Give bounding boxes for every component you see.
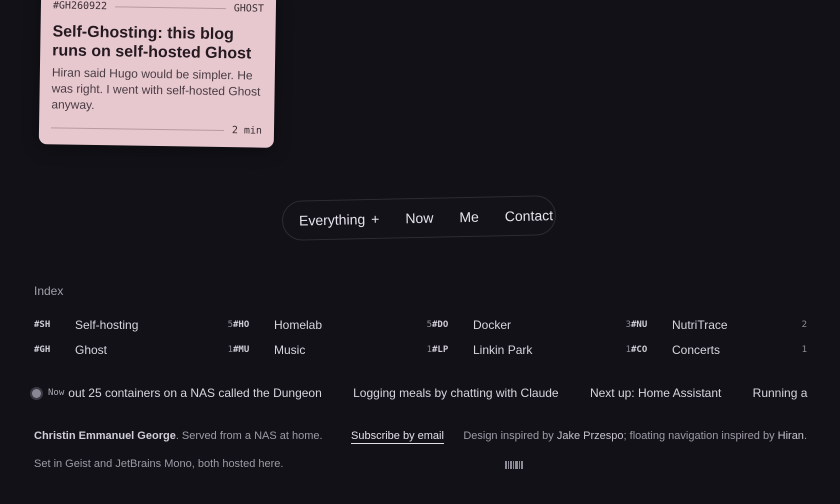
card-title[interactable]: Self-Ghosting: this blog runs on self-ho… [52,22,264,63]
tag-index: #SH Self-hosting 5 #HO Homelab 5 #DO Doc… [34,312,807,362]
tag-code: #SH [34,319,51,330]
tag-count: 5 [426,319,432,330]
card-footer: 2 min [51,122,263,137]
ticker-item: out 25 containers on a NAS called the Du… [68,386,322,400]
footer-credit: Christin Emmanuel George. Served from a … [34,430,323,442]
tag-name: Ghost [75,342,108,357]
card-excerpt: Hiran said Hugo would be simpler. He was… [51,65,261,113]
tag-count: 1 [227,344,233,355]
ticker-track: out 25 containers on a NAS called the Du… [68,386,808,400]
design-end: . [803,430,807,442]
card-divider [115,6,226,10]
floating-nav: Everything + Now Me Contact [281,195,557,241]
tag-code: #LP [432,344,449,355]
tag-item-docker[interactable]: #DO Docker 3 [432,318,631,332]
tag-count: 1 [801,344,807,355]
tag-code: #HO [233,319,250,330]
tag-name: Homelab [274,317,323,332]
card-id: #GH260922 [52,0,108,13]
design-suffix: ; floating navigation inspired by [623,430,778,442]
tag-name: Linkin Park [473,342,533,357]
tag-count: 2 [801,319,807,330]
tag-item-music[interactable]: #MU Music 1 [233,343,432,357]
ticker-item: Logging meals by chatting with Claude [353,386,559,400]
fonts-note: Set in Geist and JetBrains Mono, both ho… [34,458,284,470]
tag-item-ghost[interactable]: #GH Ghost 1 [34,343,233,357]
tag-name: Concerts [672,342,721,357]
tag-name: Self-hosting [75,317,139,332]
barcode-icon [505,461,523,469]
index-heading: Index [34,284,64,298]
tag-code: #NU [631,319,648,330]
now-ticker: Now out 25 containers on a NAS called th… [32,385,808,401]
plus-icon: + [370,210,380,228]
ticker-item: Next up: Home Assistant [589,386,722,400]
tag-item-self-hosting[interactable]: #SH Self-hosting 5 [34,318,233,332]
nav-item-everything[interactable]: Everything + [299,211,380,229]
tag-item-concerts[interactable]: #CO Concerts 1 [631,343,807,357]
subscribe-link[interactable]: Subscribe by email [351,430,444,444]
tag-count: 5 [227,319,233,330]
design-credit: Design inspired by Jake Przespo; floatin… [463,430,807,442]
nav-item-now[interactable]: Now [405,210,433,227]
card-header: #GH260922 GHOST [53,0,264,14]
tag-count: 3 [625,319,631,330]
design-prefix: Design inspired by [463,430,557,442]
design-link-hiran[interactable]: Hiran [778,430,804,442]
tag-name: NutriTrace [672,317,728,332]
nav-item-label: Everything [298,211,366,229]
nav-item-me[interactable]: Me [459,209,479,225]
tag-count: 1 [426,344,432,355]
card-tag: GHOST [233,3,264,15]
nav-item-contact[interactable]: Contact [505,207,554,224]
tag-code: #GH [34,344,51,355]
tag-count: 1 [625,344,631,355]
card-divider [51,127,224,132]
tag-code: #CO [631,344,648,355]
author-name: Christin Emmanuel George [34,430,176,442]
served-note: . Served from a NAS at home. [175,430,323,442]
tag-name: Docker [473,317,512,332]
live-dot-icon [32,388,41,398]
tag-code: #DO [432,319,449,330]
ticker-item: Running about 25 contai [752,386,808,400]
card-read-time: 2 min [231,125,263,137]
tag-code: #MU [233,344,250,355]
tag-item-nutritrace[interactable]: #NU NutriTrace 2 [631,318,807,332]
index-row: #GH Ghost 1 #MU Music 1 #LP Linkin Park … [34,337,807,362]
tag-item-linkin-park[interactable]: #LP Linkin Park 1 [432,343,631,357]
tag-item-homelab[interactable]: #HO Homelab 5 [233,318,432,332]
post-card[interactable]: #GH260922 GHOST Self-Ghosting: this blog… [38,0,277,148]
design-link-jake[interactable]: Jake Przespo [557,430,624,442]
index-row: #SH Self-hosting 5 #HO Homelab 5 #DO Doc… [34,312,807,337]
tag-name: Music [274,342,306,357]
now-label[interactable]: Now [48,388,64,398]
